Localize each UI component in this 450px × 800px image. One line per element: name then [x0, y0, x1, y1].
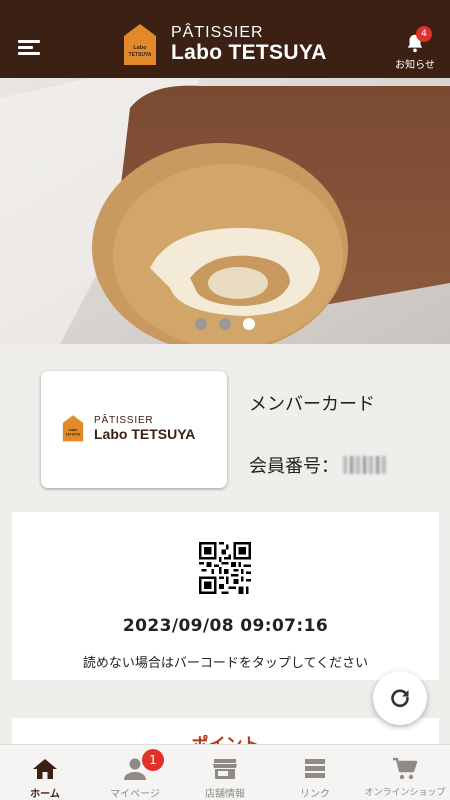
member-section: Labo TETSUYA PÂTISSIER Labo TETSUYA メンバー…: [0, 344, 450, 506]
tab-home[interactable]: ホーム: [0, 745, 90, 800]
svg-text:Labo: Labo: [133, 45, 147, 51]
tab-mypage[interactable]: 1 マイページ: [90, 745, 180, 800]
roll-cake-image: [0, 78, 450, 344]
notice-badge: 4: [416, 26, 432, 42]
tab-label: オンラインショップ: [364, 788, 446, 798]
logo-main-text: Labo TETSUYA: [171, 40, 327, 64]
member-number-label: 会員番号：: [249, 456, 339, 477]
qr-timestamp: 2023/09/08 09:07:16: [122, 616, 329, 636]
svg-text:Labo: Labo: [69, 428, 77, 432]
tab-online-shop[interactable]: オンラインショップ: [360, 745, 450, 800]
card-logo-main: Labo TETSUYA: [94, 425, 196, 442]
svg-text:TETSUYA: TETSUYA: [66, 433, 81, 437]
carousel-dots: [0, 318, 450, 330]
tab-label: マイページ: [110, 789, 160, 800]
tab-label: リンク: [300, 789, 330, 800]
tab-store-info[interactable]: 店舗情報: [180, 745, 270, 800]
mypage-badge: 1: [142, 749, 164, 771]
brand-logo: Labo TETSUYA PÂTISSIER Labo TETSUYA: [123, 22, 327, 66]
list-icon: [305, 759, 325, 778]
store-icon: [213, 759, 237, 779]
member-card: Labo TETSUYA PÂTISSIER Labo TETSUYA: [41, 371, 227, 488]
carousel-dot[interactable]: [219, 318, 231, 330]
svg-text:TETSUYA: TETSUYA: [129, 52, 152, 58]
qr-hint-text: 読めない場合はバーコードをタップしてください: [82, 656, 369, 671]
bottom-tab-bar: ホーム 1 マイページ 店舗情報 リンク オンラインショップ: [0, 744, 450, 800]
member-number-masked: [343, 456, 387, 474]
card-logo: Labo TETSUYA PÂTISSIER Labo TETSUYA: [62, 414, 195, 442]
hero-carousel[interactable]: [0, 78, 450, 344]
home-icon: [33, 759, 57, 779]
carousel-dot-active[interactable]: [243, 318, 255, 330]
notice-label: お知らせ: [395, 60, 435, 71]
logo-house-icon: Labo TETSUYA: [62, 415, 84, 442]
tab-links[interactable]: リンク: [270, 745, 360, 800]
qr-panel: 2023/09/08 09:07:16 読めない場合はバーコードをタップしてくだ…: [12, 512, 439, 680]
logo-house-icon: Labo TETSUYA: [124, 24, 156, 65]
member-card-title: メンバーカード: [249, 394, 375, 415]
member-number: 会員番号：: [249, 452, 387, 478]
tab-label: 店舗情報: [205, 789, 245, 800]
cart-icon: [393, 757, 418, 780]
carousel-dot[interactable]: [195, 318, 207, 330]
qr-code[interactable]: [199, 542, 251, 594]
notice-button[interactable]: 4 お知らせ: [392, 26, 438, 71]
tab-label: ホーム: [30, 789, 60, 800]
card-logo-top: PÂTISSIER: [94, 414, 154, 426]
refresh-icon: [391, 689, 409, 707]
menu-icon[interactable]: [18, 38, 40, 56]
refresh-button[interactable]: [373, 671, 427, 725]
app-header: Labo TETSUYA PÂTISSIER Labo TETSUYA 4 お知…: [0, 0, 450, 78]
logo-top-text: PÂTISSIER: [171, 23, 264, 41]
